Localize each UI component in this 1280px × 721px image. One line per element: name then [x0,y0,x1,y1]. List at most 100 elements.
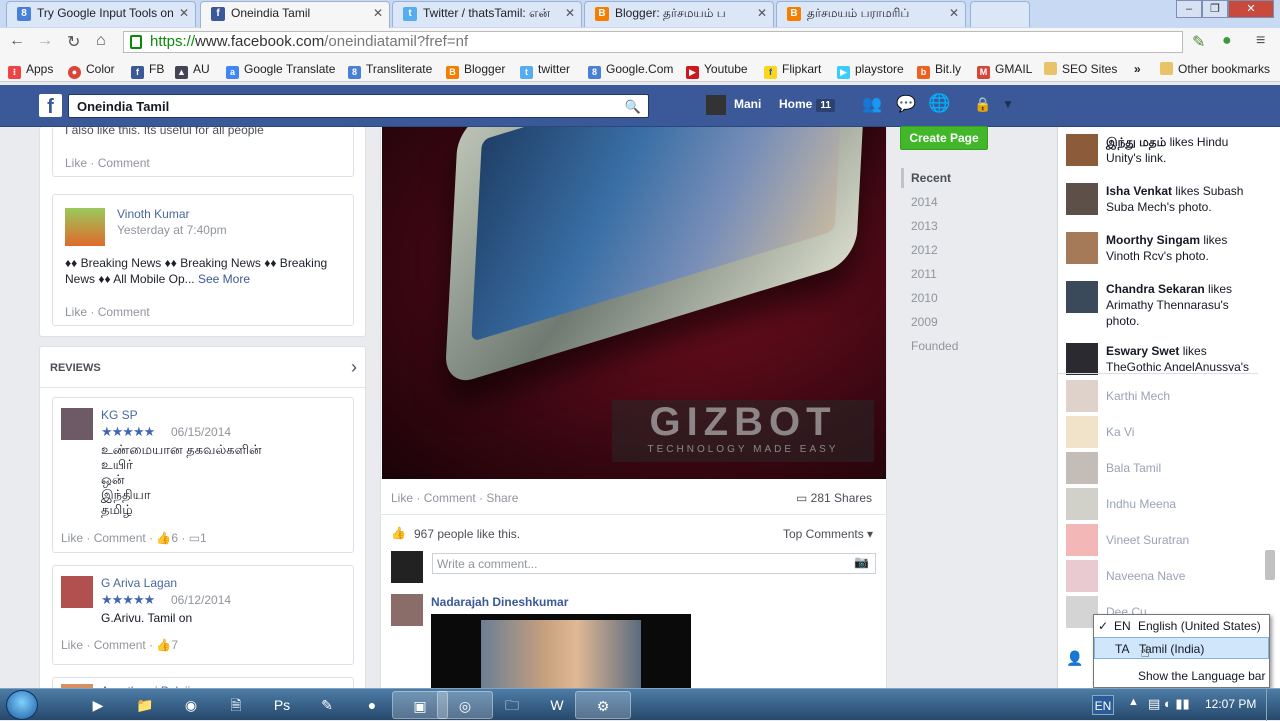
search-input[interactable]: Oneindia Tamil 🔍 [68,94,649,118]
reload-icon[interactable]: ↻ [67,32,80,52]
ticker-item[interactable]: Chandra Sekaran likes Arimathy Thennaras… [1106,281,1256,329]
comment-link[interactable]: Comment [424,491,476,505]
avatar[interactable] [1066,281,1098,313]
new-tab-button[interactable] [970,1,1030,27]
tray-arrow-icon[interactable]: ▲ [1128,696,1139,708]
like-link[interactable]: Like [61,531,83,545]
chat-contact[interactable]: Vineet Suratran [1106,533,1189,547]
avatar[interactable] [1066,524,1098,556]
avatar[interactable] [1066,134,1098,166]
shares-count[interactable]: ▭ 281 Shares [796,491,872,505]
language-option-english[interactable]: ✓ EN English (United States) [1094,615,1269,637]
timeline-item-2014[interactable]: 2014 [911,195,938,209]
bookmark-bitly[interactable]: b Bit.ly [917,62,961,79]
close-icon[interactable]: ✕ [179,6,189,20]
windows-start-icon[interactable] [6,690,38,720]
account-menu-arrow-icon[interactable]: ▼ [1002,97,1014,111]
ticker-item[interactable]: Isha Venkat likes Subash Suba Mech's pho… [1106,183,1256,215]
avatar[interactable] [1066,380,1098,412]
bookmarks-overflow-button[interactable]: » [1134,62,1141,76]
messages-icon[interactable]: 💬 [896,94,916,114]
timeline-item-2010[interactable]: 2010 [911,291,938,305]
bookmark-seo-sites[interactable]: SEO Sites [1044,62,1117,76]
tab-blogger-1[interactable]: B Blogger: தர்சமயம் ப ✕ [584,1,774,27]
avatar[interactable] [1066,232,1098,264]
avatar[interactable] [65,208,105,246]
comment-input[interactable]: Write a comment... 📷 [432,553,876,574]
chat-contact[interactable]: Ka Vi [1106,425,1134,439]
clock[interactable]: 12:07 PM [1205,697,1256,711]
bookmark-twitter[interactable]: t twitter [520,62,570,79]
like-link[interactable]: Like [65,156,87,170]
avatar[interactable] [391,594,423,626]
scrollbar-thumb[interactable] [1265,550,1275,580]
home-link[interactable]: Home 11 [779,97,835,112]
menu-icon[interactable]: ≡ [1256,32,1265,50]
timeline-item-2009[interactable]: 2009 [911,315,938,329]
tray-icons[interactable]: ▤ ◐ ▮▮ [1148,696,1190,712]
like-link[interactable]: Like [65,305,87,319]
timeline-item-2011[interactable]: 2011 [911,267,937,281]
bookmark-color[interactable]: ● Color [68,62,115,79]
avatar[interactable] [1066,452,1098,484]
camera-icon[interactable]: 📷 [854,555,869,569]
comment-link[interactable]: Comment [98,305,150,319]
comment-link[interactable]: Comment [98,156,150,170]
settings-app-icon[interactable]: ⚙ [575,691,631,719]
avatar[interactable] [1066,488,1098,520]
commenter-name[interactable]: Nadarajah Dineshkumar [431,595,568,609]
create-page-button[interactable]: Create Page [900,126,988,150]
chat-contact[interactable]: Indhu Meena [1106,497,1176,511]
tab-twitter[interactable]: t Twitter / thatsTamil: என் ✕ [392,1,582,27]
timeline-item-2013[interactable]: 2013 [911,219,938,233]
extension-icon[interactable]: ✎ [1192,32,1205,52]
home-icon[interactable]: ⌂ [96,32,106,50]
ticker-item[interactable]: இந்து மதம் likes Hindu Unity's link. [1106,134,1256,166]
close-icon[interactable]: ✕ [565,6,575,20]
language-indicator[interactable]: EN [1092,695,1114,715]
close-window-button[interactable]: ✕ [1228,0,1274,18]
bookmark-youtube[interactable]: ▶ Youtube [686,62,748,79]
close-icon[interactable]: ✕ [757,6,767,20]
avatar[interactable] [1066,560,1098,592]
close-icon[interactable]: ✕ [949,6,959,20]
tab-oneindia-tamil[interactable]: f Oneindia Tamil ✕ [200,1,390,28]
avatar[interactable] [61,576,93,608]
post-author[interactable]: Vinoth Kumar [117,207,190,221]
review-date[interactable]: 06/15/2014 [171,425,231,439]
review-date[interactable]: 06/12/2014 [171,593,231,607]
bookmark-au[interactable]: ▲ AU [175,62,210,79]
show-language-bar-option[interactable]: Show the Language bar [1094,665,1269,687]
bookmark-playstore[interactable]: ▶ playstore [837,62,904,79]
top-comments-dropdown[interactable]: Top Comments ▾ [783,527,873,541]
like-link[interactable]: Like [61,638,83,652]
other-bookmarks[interactable]: Other bookmarks [1160,62,1270,76]
ticker-item[interactable]: Eswary Swet likes TheGothic AngelAnussya… [1106,343,1256,371]
bookmark-google-translate[interactable]: a Google Translate [226,62,335,79]
tab-blogger-2[interactable]: B தர்சமயம் பராமரிப் ✕ [776,1,966,27]
maximize-button[interactable]: ❐ [1202,0,1228,18]
tab-google-input-tools[interactable]: 8 Try Google Input Tools on ✕ [6,1,196,27]
bookmark-gmail[interactable]: M GMAIL [977,62,1032,79]
profile-link[interactable]: Mani [734,97,761,111]
reviewer-name[interactable]: G Ariva Lagan [101,576,177,590]
minimize-button[interactable]: – [1176,0,1202,18]
ticker-item[interactable]: Moorthy Singam likes Vinoth Rcv's photo. [1106,232,1256,264]
forward-icon[interactable]: → [37,32,53,50]
comment-link[interactable]: Comment [94,638,146,652]
likes-summary[interactable]: 967 people like this. [414,527,520,541]
avatar[interactable] [1066,343,1098,375]
avatar[interactable] [706,95,726,115]
post-photo[interactable]: GIZBOT TECHNOLOGY MADE EASY [382,127,886,479]
avatar[interactable] [1066,183,1098,215]
add-friend-icon[interactable]: 👤 [1066,650,1083,667]
bookmark-flipkart[interactable]: f Flipkart [764,62,821,79]
search-icon[interactable]: 🔍 [625,99,641,115]
reviewer-name[interactable]: KG SP [101,408,138,422]
bookmark-transliterate[interactable]: 8 Transliterate [348,62,432,79]
timeline-item-2012[interactable]: 2012 [911,243,938,257]
chat-contact[interactable]: Bala Tamil [1106,461,1161,475]
timeline-item-recent[interactable]: Recent [911,171,951,185]
close-icon[interactable]: ✕ [373,6,383,20]
privacy-lock-icon[interactable]: 🔒 [974,96,991,113]
